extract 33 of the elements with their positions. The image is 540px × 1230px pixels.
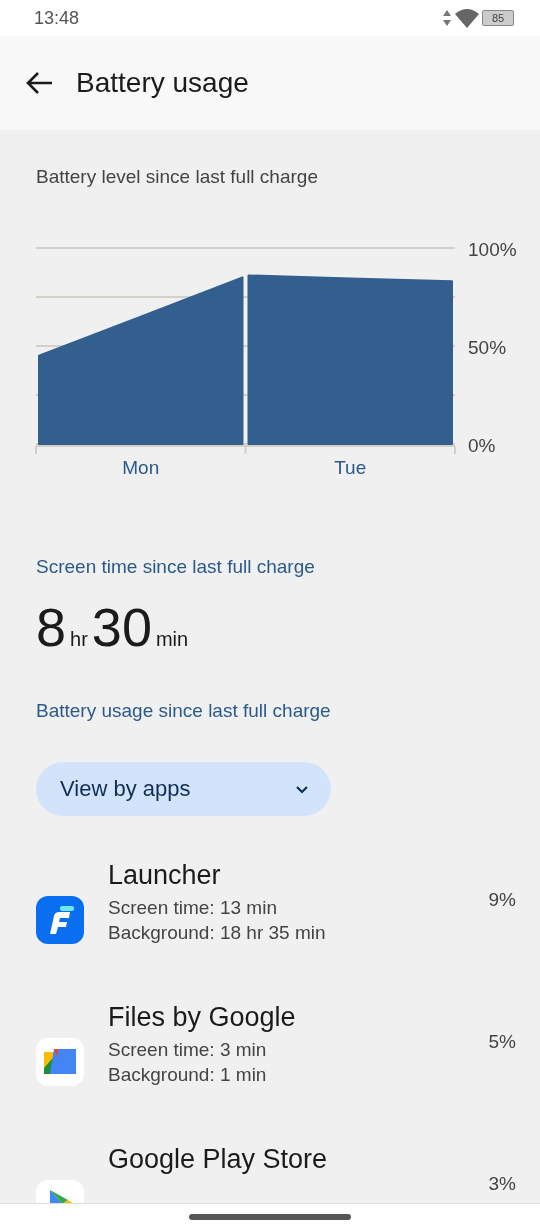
app-icon	[36, 896, 84, 944]
screen-time-text: Screen time: 13 min	[108, 896, 278, 920]
unit-label: min	[155, 628, 189, 651]
app-name[interactable]: Google Play Store	[108, 1144, 489, 1175]
status-time: 13:48	[34, 7, 80, 29]
screen-time-hours: 8	[36, 596, 67, 658]
section-heading: Screen time since last full charge	[35, 555, 316, 578]
view-dropdown[interactable]: View by apps	[36, 762, 331, 816]
chevron-down-icon	[295, 784, 309, 794]
usage-percent: 9%	[488, 890, 516, 910]
axis-label: Tue	[334, 457, 367, 478]
page-title: Battery usage	[76, 67, 249, 99]
axis-label: 0%	[468, 435, 496, 456]
wifi-icon	[455, 8, 479, 28]
home-handle[interactable]	[189, 1214, 351, 1220]
axis-label: 100%	[468, 239, 517, 260]
data-arrows-icon	[442, 9, 452, 27]
usage-percent: 5%	[488, 1032, 516, 1052]
usage-percent: 3%	[488, 1174, 516, 1194]
background-time-text: Background: 18 hr 35 min	[108, 921, 327, 945]
screen-time-text: Screen time: 3 min	[108, 1038, 268, 1062]
axis-label: 50%	[468, 337, 507, 358]
section-heading: Battery usage since last full charge	[35, 699, 332, 722]
unit-label: hr	[70, 628, 88, 651]
background-time-text: Background: 1 min	[108, 1063, 268, 1087]
chart-heading: Battery level since last full charge	[35, 165, 319, 188]
app-name[interactable]: Launcher	[108, 860, 489, 891]
battery-icon: 85	[482, 10, 514, 26]
folder-icon	[36, 1038, 84, 1086]
screen-time-minutes: 30	[91, 596, 152, 658]
axis-label: Mon	[122, 457, 160, 478]
back-arrow-icon[interactable]	[26, 71, 54, 95]
app-name[interactable]: Files by Google	[108, 1002, 489, 1033]
